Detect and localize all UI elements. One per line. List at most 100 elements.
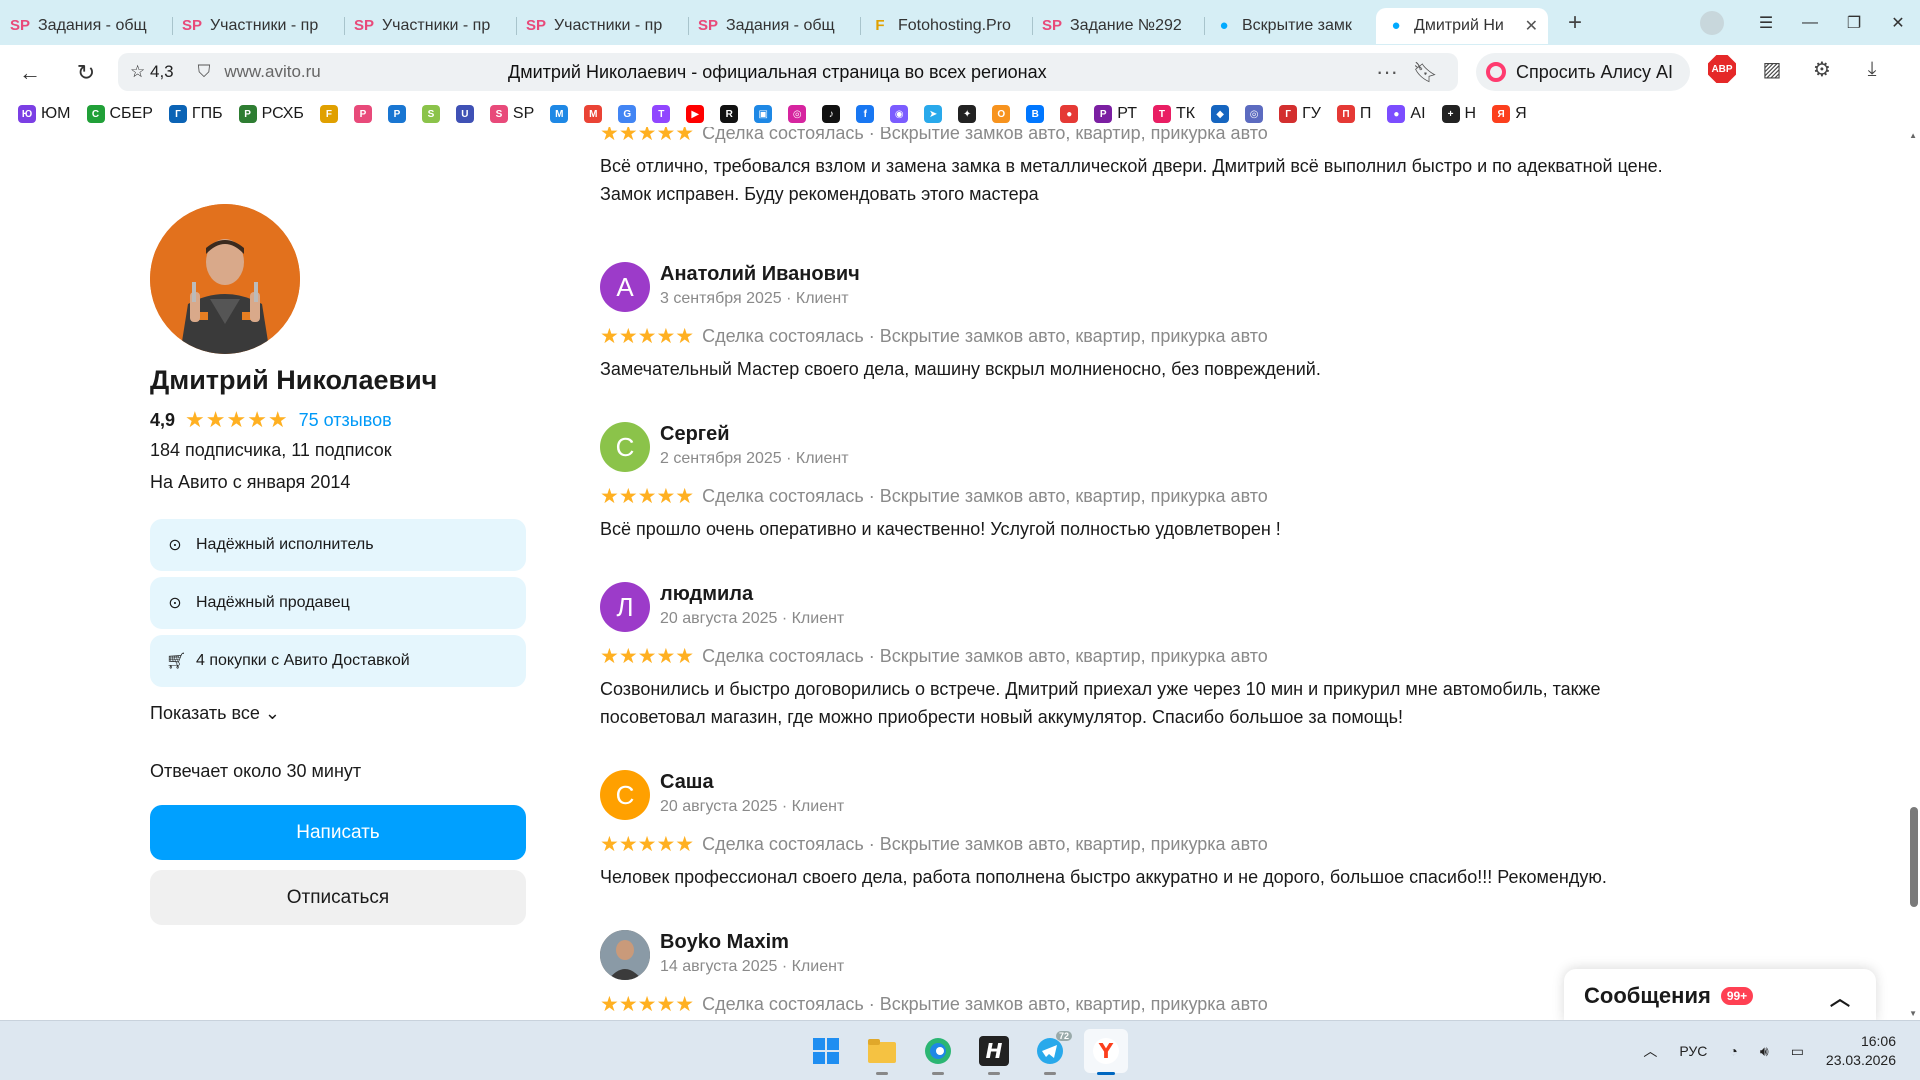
edge-browser-icon[interactable] [916,1029,960,1075]
scrollbar-thumb[interactable] [1910,807,1918,907]
browser-tab[interactable]: SP Задание №292 [1032,8,1204,44]
bookmark-item[interactable]: О [992,105,1011,123]
chevron-up-icon[interactable]: ︿ [1830,982,1850,1011]
volume-icon[interactable]: 🔊︎ [1760,1043,1769,1060]
adblock-icon[interactable]: ABP [1708,55,1736,83]
reviewer-avatar-photo[interactable] [600,930,650,980]
bookmark-item[interactable]: ◎ [1245,105,1264,123]
reviewer-avatar[interactable]: Л [600,582,650,632]
bookmark-item[interactable]: Ю ЮМ [18,105,71,123]
reviewer-avatar[interactable]: С [600,422,650,472]
bookmark-item[interactable]: В [1026,105,1045,123]
telegram-icon[interactable]: 72 [1028,1029,1072,1075]
bookmark-item[interactable]: ➤ [924,105,943,123]
bookmark-item[interactable]: С СБЕР [86,105,153,123]
bookmark-item[interactable]: S SP [489,105,534,123]
start-button[interactable] [804,1029,848,1073]
bookmark-item[interactable]: Р РТ [1094,105,1137,123]
bookmark-item[interactable]: ПП [1336,105,1371,123]
download-icon[interactable]: ⤓ [1858,58,1886,81]
extensions-icon[interactable]: ⚙ [1808,57,1836,82]
reviewer-name[interactable]: Саша [660,771,714,794]
bookmark-item[interactable]: ◎ [788,105,807,123]
bookmark-item[interactable]: P [353,105,372,123]
new-tab-button[interactable]: + [1560,8,1590,38]
unsubscribe-button[interactable]: Отписаться [150,870,526,925]
bookmark-item[interactable]: M [584,105,603,123]
show-all-button[interactable]: Показать все ⌄ [150,703,280,724]
bookmark-item[interactable]: ▣ [754,105,773,123]
site-rating[interactable]: ☆ 4,3 [130,62,174,82]
reviews-link[interactable]: 75 отзывов [299,410,392,431]
language-indicator[interactable]: РУС [1679,1043,1707,1059]
bookmark-item[interactable]: G [618,105,637,123]
write-button[interactable]: Написать [150,805,526,860]
bookmark-item[interactable]: Г ГУ [1279,105,1321,123]
badge-reliable-seller[interactable]: ⊙ Надёжный продавец [150,577,526,629]
url-field[interactable]: ☆ 4,3 ⛉ www.avito.ru Дмитрий Николаевич … [118,53,1458,91]
bookmark-item[interactable]: ✦ [958,105,977,123]
browser-tab[interactable]: SP Задания - общ [688,8,860,44]
bookmark-item[interactable]: ♪ [822,105,841,123]
bookmark-item[interactable]: ▶ [686,105,705,123]
chevron-up-icon[interactable]: ︿ [1643,1041,1657,1061]
page-scrollbar[interactable]: ▲ ▼ [1906,127,1920,1020]
bookmark-icon[interactable]: 🔖︎ [1413,60,1438,85]
bookmark-item[interactable]: U [455,105,474,123]
minimize-button[interactable]: — [1788,14,1832,32]
clock[interactable]: 16:06 23.03.2026 [1826,1032,1896,1070]
browser-tab[interactable]: SP Участники - пр [172,8,344,44]
profile-avatar[interactable] [1700,10,1724,35]
reviewer-avatar[interactable]: С [600,770,650,820]
bookmark-item[interactable]: + Н [1441,105,1476,123]
image-extension-icon[interactable]: ▨ [1758,57,1786,82]
badge-delivery-purchases[interactable]: 🛒︎ 4 покупки с Авито Доставкой [150,635,526,687]
security-shield-icon[interactable]: ⛉ [198,62,211,82]
yandex-browser-icon[interactable]: Y [1084,1029,1128,1075]
bookmark-item[interactable]: F [319,105,338,123]
restore-button[interactable]: ❐ [1832,13,1876,33]
bookmark-item[interactable]: Т ТК [1152,105,1195,123]
browser-tab[interactable]: SP Участники - пр [516,8,688,44]
scroll-up-icon[interactable]: ▲ [1909,131,1917,140]
wifi-icon[interactable]: ◔ [1729,1043,1737,1059]
bookmark-item[interactable]: P [387,105,406,123]
bookmark-item[interactable]: S [421,105,440,123]
reviewer-avatar[interactable]: А [600,262,650,312]
browser-tab[interactable]: SP Задания - общ [0,8,172,44]
bookmark-item[interactable]: T [652,105,671,123]
close-window-button[interactable]: ✕ [1876,13,1920,33]
bookmark-item[interactable]: M [550,105,569,123]
browser-tab[interactable]: ● Дмитрий Ни ✕ [1376,7,1548,44]
reviewer-name[interactable]: Сергей [660,423,730,446]
bookmark-item[interactable]: ◆ [1211,105,1230,123]
back-button[interactable]: ← [10,60,50,86]
scroll-down-icon[interactable]: ▼ [1909,1009,1917,1018]
app-h-icon[interactable]: H [972,1029,1016,1075]
bookmark-item[interactable]: Р РСХБ [238,105,304,123]
browser-tab[interactable]: ● Вскрытие замк [1204,8,1376,44]
menu-icon[interactable]: ☰ [1744,13,1788,33]
browser-tab[interactable]: F Fotohosting.Pro [860,8,1032,44]
file-explorer-icon[interactable] [860,1029,904,1075]
messages-panel[interactable]: Сообщения 99+ ︿ [1564,969,1876,1020]
subscriptions-info[interactable]: 184 подписчика, 11 подписок [150,440,392,461]
tab-close-icon[interactable]: ✕ [1525,16,1538,36]
badge-reliable-contractor[interactable]: ⊙ Надёжный исполнитель [150,519,526,571]
bookmark-item[interactable]: R [720,105,739,123]
reload-button[interactable]: ↻ [66,60,106,86]
bookmark-item[interactable]: Г ГПБ [168,105,223,123]
ask-alice-button[interactable]: Спросить Алису AI [1476,53,1690,91]
reviewer-name[interactable]: людмила [660,583,753,606]
bookmark-item[interactable]: ◉ [890,105,909,123]
more-icon[interactable]: ··· [1376,59,1398,85]
bookmark-item[interactable]: ● [1060,105,1079,123]
bookmark-item[interactable]: ЯЯ [1492,105,1527,123]
bookmark-favicon-icon: ◉ [890,105,909,123]
browser-tab[interactable]: SP Участники - пр [344,8,516,44]
battery-icon[interactable]: ▭ [1791,1043,1804,1060]
bookmark-item[interactable]: ● AI [1387,105,1426,123]
bookmark-item[interactable]: f [856,105,875,123]
reviewer-name[interactable]: Анатолий Иванович [660,263,860,286]
reviewer-name[interactable]: Boyko Maxim [660,931,789,954]
